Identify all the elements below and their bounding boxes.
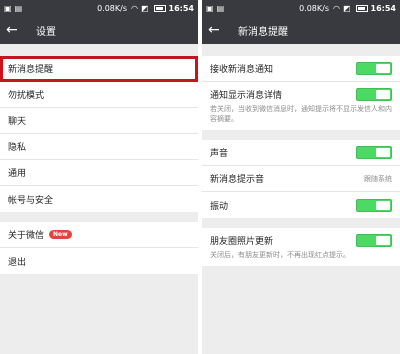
- cellular-icon: ◩: [342, 3, 351, 13]
- page-title: 设置: [36, 26, 56, 38]
- wifi-icon: ◠: [332, 3, 340, 13]
- new-message-alerts-screen: ▣ ▤ 0.08K/s ◠ ◩ 16:54 ← 新消息提醒 接收新消息通知 通知…: [202, 0, 400, 354]
- show-details-row: 通知显示消息详情: [202, 82, 400, 104]
- wifi-icon: ◠: [130, 3, 138, 13]
- clock: 16:54: [168, 3, 194, 13]
- settings-group-about: 关于微信 New 退出: [0, 222, 198, 274]
- show-details-description: 若关闭，当收到微信消息时，通知提示将不显示发信人和内容摘要。: [210, 105, 392, 123]
- settings-item-chat[interactable]: 聊天: [0, 108, 198, 134]
- settings-item-logout[interactable]: 退出: [0, 248, 198, 274]
- title-bar: ← 新消息提醒: [202, 16, 400, 44]
- status-bar: ▣ ▤ 0.08K/s ◠ ◩ 16:54: [0, 0, 198, 16]
- settings-item-account-security[interactable]: 帐号与安全: [0, 186, 198, 212]
- settings-item-new-message-alerts[interactable]: 新消息提醒: [0, 56, 198, 82]
- cellular-icon: ◩: [140, 3, 149, 13]
- sound-group: 声音 新消息提示音 跟随系统 振动: [202, 140, 400, 218]
- settings-item-do-not-disturb[interactable]: 勿扰模式: [0, 82, 198, 108]
- sound-row: 声音: [202, 140, 400, 166]
- sound-toggle[interactable]: [356, 146, 392, 159]
- settings-item-about[interactable]: 关于微信 New: [0, 222, 198, 248]
- receive-notifications-toggle[interactable]: [356, 62, 392, 75]
- notify-group: 接收新消息通知 通知显示消息详情 若关闭，当收到微信消息时，通知提示将不显示发信…: [202, 56, 400, 130]
- moments-updates-row: 朋友圈照片更新: [202, 228, 400, 250]
- notification-icon: ▣: [206, 3, 214, 13]
- back-arrow-icon[interactable]: ←: [6, 16, 28, 44]
- page-title: 新消息提醒: [238, 26, 288, 38]
- receive-notifications-row: 接收新消息通知: [202, 56, 400, 82]
- message-tone-row[interactable]: 新消息提示音 跟随系统: [202, 166, 400, 192]
- vibrate-toggle[interactable]: [356, 198, 392, 212]
- back-arrow-icon[interactable]: ←: [208, 16, 230, 44]
- settings-screen: ▣ ▤ 0.08K/s ◠ ◩ 16:54 ← 设置 新消息提醒 勿扰模式 聊天…: [0, 0, 198, 354]
- settings-item-privacy[interactable]: 隐私: [0, 134, 198, 160]
- battery-icon: [355, 4, 368, 12]
- status-bar: ▣ ▤ 0.08K/s ◠ ◩ 16:54: [202, 0, 400, 16]
- title-bar: ← 设置: [0, 16, 198, 44]
- network-speed: 0.08K/s: [97, 3, 127, 13]
- clock: 16:54: [370, 3, 396, 13]
- battery-icon: [153, 4, 166, 12]
- vibrate-row: 振动: [202, 192, 400, 218]
- moments-updates-toggle[interactable]: [356, 234, 392, 247]
- notification-icon: ▣: [4, 3, 12, 13]
- settings-item-general[interactable]: 通用: [0, 160, 198, 186]
- image-icon: ▤: [216, 3, 225, 13]
- show-details-toggle[interactable]: [356, 88, 392, 101]
- network-speed: 0.08K/s: [299, 3, 329, 13]
- moments-group: 朋友圈照片更新 关闭后，有朋友更新时，不再出现红点提示。: [202, 228, 400, 266]
- message-tone-value: 跟随系统: [364, 174, 392, 183]
- image-icon: ▤: [14, 3, 23, 13]
- new-badge: New: [49, 230, 72, 239]
- settings-group-main: 新消息提醒 勿扰模式 聊天 隐私 通用 帐号与安全: [0, 56, 198, 212]
- moments-updates-description: 关闭后，有朋友更新时，不再出现红点提示。: [210, 251, 350, 259]
